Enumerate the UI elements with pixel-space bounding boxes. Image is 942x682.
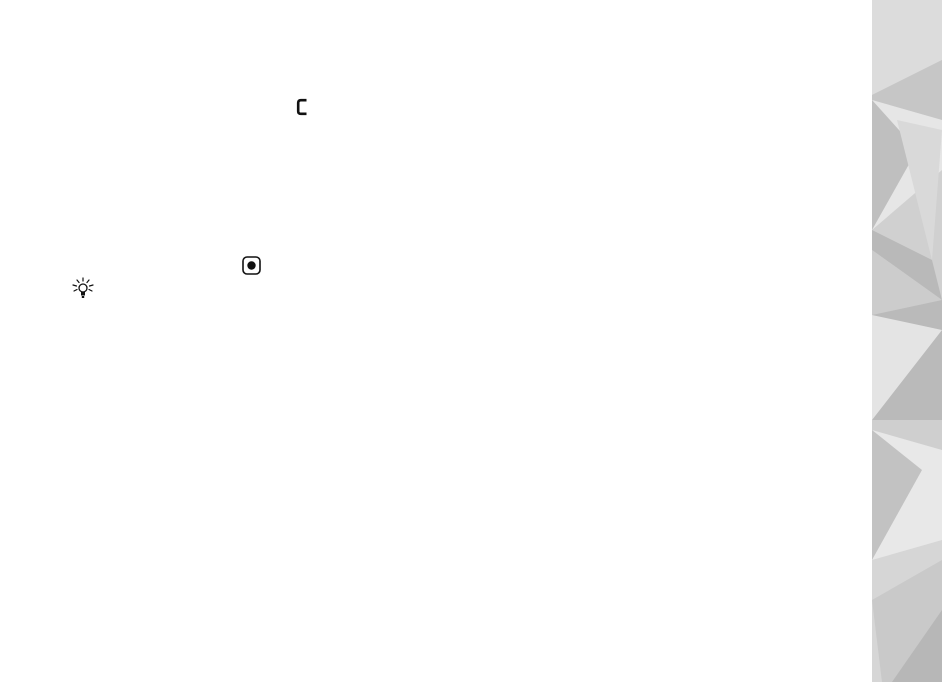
decorative-side-strip — [872, 0, 942, 682]
clear-key-icon — [296, 98, 307, 116]
side-strip-graphic — [872, 0, 942, 682]
manual-page-body — [0, 0, 872, 682]
navi-key-center-icon — [242, 256, 261, 275]
lightbulb-tip-icon — [72, 277, 94, 298]
